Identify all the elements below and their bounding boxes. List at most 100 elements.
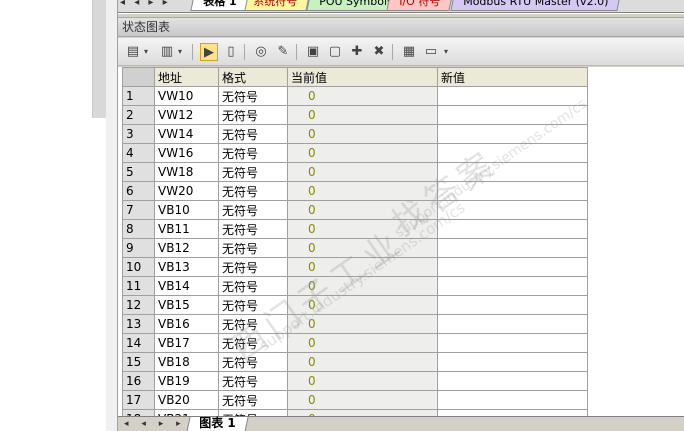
row-number-cell[interactable]: 5	[122, 162, 155, 182]
header-address[interactable]: 地址	[154, 67, 219, 87]
address-cell[interactable]: VW10	[154, 86, 219, 106]
row-number-cell[interactable]: 11	[122, 276, 155, 296]
table-row[interactable]: 7 VB10 无符号 0	[122, 200, 588, 220]
row-number-cell[interactable]: 17	[122, 390, 155, 410]
new-value-cell[interactable]	[437, 105, 588, 125]
address-cell[interactable]: VW14	[154, 124, 219, 144]
format-icon[interactable]: ▭	[422, 43, 440, 61]
row-number-cell[interactable]: 8	[122, 219, 155, 239]
format-cell[interactable]: 无符号	[218, 200, 288, 220]
current-value-cell[interactable]: 0	[287, 276, 438, 296]
table-row[interactable]: 13 VB16 无符号 0	[122, 314, 588, 334]
format-cell[interactable]: 无符号	[218, 257, 288, 277]
header-new-value[interactable]: 新值	[437, 67, 588, 87]
table-row[interactable]: 3 VW14 无符号 0	[122, 124, 588, 144]
tab-table-1[interactable]: 表格 1	[190, 0, 250, 11]
table-row[interactable]: 9 VB12 无符号 0	[122, 238, 588, 258]
row-number-cell[interactable]: 10	[122, 257, 155, 277]
format-cell[interactable]: 无符号	[218, 390, 288, 410]
row-number-cell[interactable]: 14	[122, 333, 155, 353]
format-cell[interactable]: 无符号	[218, 352, 288, 372]
row-number-cell[interactable]: 6	[122, 181, 155, 201]
tab-nav-arrows[interactable]: ◂ ◂ ▸ ▸	[120, 0, 171, 8]
tab-chart-1[interactable]: 图表 1	[186, 416, 249, 431]
format-dropdown-icon[interactable]: ▾	[444, 43, 452, 61]
tab-modbus-rtu-master[interactable]: Modbus RTU Master (v2.0)	[450, 0, 621, 11]
current-value-cell[interactable]: 0	[287, 124, 438, 144]
address-cell[interactable]: VB12	[154, 238, 219, 258]
format-cell[interactable]: 无符号	[218, 105, 288, 125]
force-icon[interactable]: ✚	[348, 43, 366, 61]
address-cell[interactable]: VB20	[154, 390, 219, 410]
address-cell[interactable]: VB17	[154, 333, 219, 353]
address-cell[interactable]: VW16	[154, 143, 219, 163]
address-cell[interactable]: VB15	[154, 295, 219, 315]
tab-system-symbols[interactable]: 系统符号	[240, 0, 310, 11]
format-cell[interactable]: 无符号	[218, 295, 288, 315]
format-cell[interactable]: 无符号	[218, 314, 288, 334]
format-cell[interactable]: 无符号	[218, 238, 288, 258]
format-cell[interactable]: 无符号	[218, 86, 288, 106]
table-row[interactable]: 1 VW10 无符号 0	[122, 86, 588, 106]
new-value-cell[interactable]	[437, 181, 588, 201]
current-value-cell[interactable]: 0	[287, 200, 438, 220]
current-value-cell[interactable]: 0	[287, 333, 438, 353]
current-value-cell[interactable]: 0	[287, 257, 438, 277]
add-icon[interactable]: ▤	[124, 43, 142, 61]
pause-icon[interactable]: ▯	[222, 43, 240, 61]
address-cell[interactable]: VB14	[154, 276, 219, 296]
header-format[interactable]: 格式	[218, 67, 288, 87]
current-value-cell[interactable]: 0	[287, 295, 438, 315]
trend-chart-icon[interactable]: ▦	[400, 43, 418, 61]
table-row[interactable]: 5 VW18 无符号 0	[122, 162, 588, 182]
unforce-icon[interactable]: ✖	[370, 43, 388, 61]
lock-icon[interactable]: ▣	[304, 43, 322, 61]
address-cell[interactable]: VB11	[154, 219, 219, 239]
row-number-cell[interactable]: 16	[122, 371, 155, 391]
address-cell[interactable]: VB16	[154, 314, 219, 334]
current-value-cell[interactable]: 0	[287, 86, 438, 106]
address-cell[interactable]: VW18	[154, 162, 219, 182]
format-cell[interactable]: 无符号	[218, 333, 288, 353]
table-row[interactable]: 8 VB11 无符号 0	[122, 219, 588, 239]
new-value-cell[interactable]	[437, 143, 588, 163]
new-value-cell[interactable]	[437, 314, 588, 334]
delete-icon[interactable]: ▥	[158, 43, 176, 61]
new-value-cell[interactable]	[437, 295, 588, 315]
row-number-cell[interactable]: 4	[122, 143, 155, 163]
left-pane-scrollbar[interactable]	[92, 0, 106, 118]
new-value-cell[interactable]	[437, 219, 588, 239]
address-cell[interactable]: VB10	[154, 200, 219, 220]
table-row[interactable]: 6 VW20 无符号 0	[122, 181, 588, 201]
row-number-cell[interactable]: 9	[122, 238, 155, 258]
format-cell[interactable]: 无符号	[218, 371, 288, 391]
table-row[interactable]: 15 VB18 无符号 0	[122, 352, 588, 372]
delete-dropdown-icon[interactable]: ▾	[178, 43, 186, 61]
table-row[interactable]: 11 VB14 无符号 0	[122, 276, 588, 296]
header-current-value[interactable]: 当前值	[287, 67, 438, 87]
current-value-cell[interactable]: 0	[287, 371, 438, 391]
current-value-cell[interactable]: 0	[287, 314, 438, 334]
address-cell[interactable]: VW20	[154, 181, 219, 201]
row-number-cell[interactable]: 1	[122, 86, 155, 106]
new-value-cell[interactable]	[437, 200, 588, 220]
address-cell[interactable]: VW12	[154, 105, 219, 125]
add-dropdown-icon[interactable]: ▾	[144, 43, 152, 61]
header-corner[interactable]	[122, 67, 155, 87]
new-value-cell[interactable]	[437, 124, 588, 144]
current-value-cell[interactable]: 0	[287, 181, 438, 201]
unlock-icon[interactable]: ▢	[326, 43, 344, 61]
format-cell[interactable]: 无符号	[218, 143, 288, 163]
address-cell[interactable]: VB13	[154, 257, 219, 277]
new-value-cell[interactable]	[437, 371, 588, 391]
monitor-icon[interactable]: ▶	[200, 43, 218, 61]
format-cell[interactable]: 无符号	[218, 276, 288, 296]
new-value-cell[interactable]	[437, 276, 588, 296]
sheet-nav-arrows[interactable]: ◂ ◂ ▸ ▸	[124, 417, 186, 431]
current-value-cell[interactable]: 0	[287, 105, 438, 125]
new-value-cell[interactable]	[437, 257, 588, 277]
row-number-cell[interactable]: 15	[122, 352, 155, 372]
table-row[interactable]: 17 VB20 无符号 0	[122, 390, 588, 410]
current-value-cell[interactable]: 0	[287, 352, 438, 372]
new-value-cell[interactable]	[437, 352, 588, 372]
